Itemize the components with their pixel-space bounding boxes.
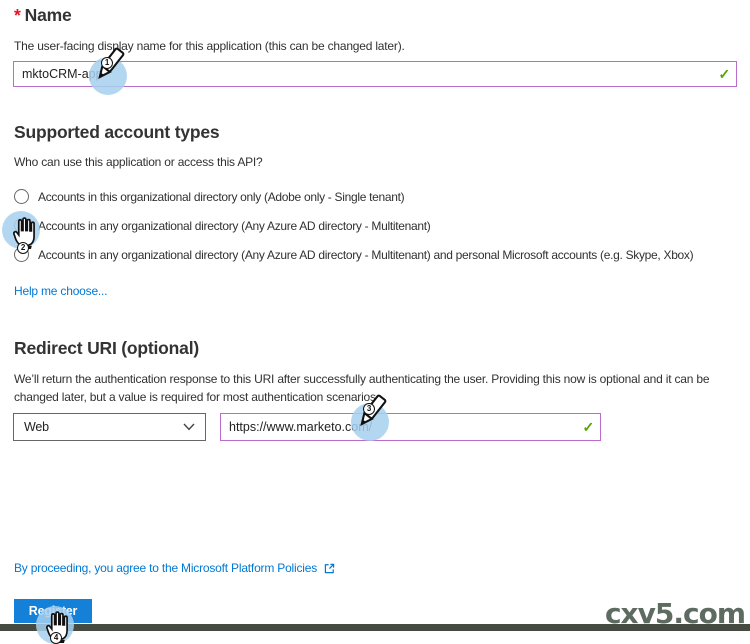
radio-label: Accounts in any organizational directory…: [38, 247, 694, 262]
redirect-uri-title: Redirect URI (optional): [14, 338, 199, 358]
help-me-choose-link[interactable]: Help me choose...: [14, 284, 108, 298]
watermark: cxv5.com: [604, 597, 746, 630]
platform-policies-link[interactable]: By proceeding, you agree to the Microsof…: [14, 561, 317, 575]
app-registration-form: * Name The user-facing display name for t…: [0, 0, 750, 644]
required-asterisk: *: [14, 5, 21, 25]
radio-option-multitenant-personal[interactable]: Accounts in any organizational directory…: [14, 247, 694, 262]
redirect-uri-description: We’ll return the authentication response…: [14, 372, 710, 404]
name-description: The user-facing display name for this ap…: [14, 39, 405, 53]
radio-circle-selected[interactable]: [14, 218, 29, 233]
name-input-wrap: ✓: [13, 61, 737, 87]
checkmark-icon: ✓: [718, 66, 730, 82]
external-link-icon[interactable]: [323, 562, 336, 575]
radio-circle[interactable]: [14, 189, 29, 204]
account-types-title: Supported account types: [14, 122, 220, 142]
account-types-description: Who can use this application or access t…: [14, 155, 263, 169]
policy-row: By proceeding, you agree to the Microsof…: [14, 561, 336, 575]
redirect-uri-input[interactable]: [220, 413, 601, 441]
checkmark-icon: ✓: [582, 419, 594, 435]
radio-label: Accounts in any organizational directory…: [38, 218, 431, 233]
radio-circle[interactable]: [14, 247, 29, 262]
radio-option-single-tenant[interactable]: Accounts in this organizational director…: [14, 189, 405, 204]
platform-select[interactable]: Web: [13, 413, 206, 441]
step-number-badge: 4: [50, 632, 62, 644]
name-title-text: Name: [24, 5, 72, 25]
name-input[interactable]: [13, 61, 737, 87]
radio-option-multitenant[interactable]: Accounts in any organizational directory…: [14, 218, 431, 233]
redirect-uri-input-wrap: ✓: [220, 413, 601, 441]
register-button[interactable]: Register: [14, 599, 92, 623]
chevron-down-icon: [183, 423, 195, 431]
name-section-title: * Name: [14, 5, 72, 26]
platform-selected-value: Web: [24, 420, 49, 434]
radio-label: Accounts in this organizational director…: [38, 189, 405, 204]
